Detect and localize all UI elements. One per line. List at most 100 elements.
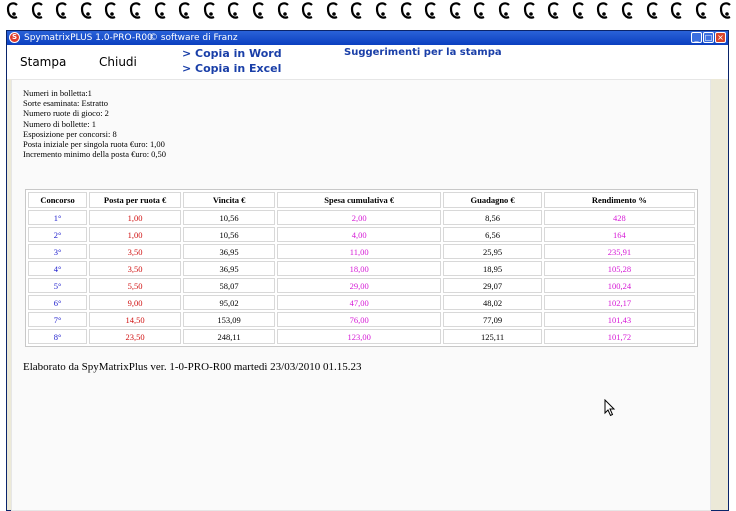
table-row: 8° 23,50 248,11 123,00 125,11 101,72 [28, 329, 695, 344]
window-title: SpymatrixPLUS 1.0-PRO-R00 [24, 33, 153, 43]
cell-rendimento: 164 [543, 227, 695, 242]
binding-ring-icon [425, 2, 436, 19]
table-header-row: Concorso Posta per ruota € Vincita € Spe… [28, 192, 695, 208]
cell-vincita: 58,07 [183, 278, 276, 293]
maximize-icon[interactable]: □ [703, 32, 714, 43]
minimize-icon[interactable]: _ [691, 32, 702, 43]
cell-guadagno: 29,07 [443, 278, 542, 293]
binding-ring-icon [80, 2, 92, 19]
binding-ring-icon [695, 2, 707, 19]
cell-vincita: 248,11 [183, 329, 276, 344]
close-button[interactable]: Chiudi [99, 55, 137, 69]
spiral-binding [0, 0, 736, 30]
print-button[interactable]: Stampa [20, 55, 66, 69]
table-body: 1° 1,00 10,56 2,00 8,56 428 2° 1,00 10,56 4,00 6,5… [28, 210, 695, 344]
app-window: S SpymatrixPLUS 1.0-PRO-R00 © software d… [6, 30, 729, 511]
header-concorso: Concorso [28, 192, 88, 208]
cell-posta: 3,50 [89, 261, 182, 276]
binding-ring-icon [105, 2, 117, 19]
binding-ring-icon [228, 2, 240, 19]
cell-concorso: 3° [28, 244, 88, 259]
cell-rendimento: 100,24 [543, 278, 695, 293]
cell-vincita: 36,95 [183, 261, 276, 276]
cell-guadagno: 6,56 [443, 227, 542, 242]
cell-concorso: 2° [28, 227, 88, 242]
binding-ring-icon [720, 2, 732, 19]
binding-ring-icon [400, 2, 412, 19]
cell-guadagno: 48,02 [443, 295, 542, 310]
header-guadagno: Guadagno € [443, 192, 542, 208]
cell-spesa: 47,00 [277, 295, 442, 310]
header-vincita: Vincita € [183, 192, 276, 208]
cell-guadagno: 77,09 [443, 312, 542, 327]
binding-ring-icon [56, 2, 67, 19]
cell-concorso: 5° [28, 278, 88, 293]
cell-posta: 1,00 [89, 227, 182, 242]
cell-rendimento: 102,17 [543, 295, 695, 310]
cell-spesa: 2,00 [277, 210, 442, 225]
results-table: Concorso Posta per ruota € Vincita € Spe… [25, 189, 698, 347]
header-spesa: Spesa cumulativa € [277, 192, 442, 208]
binding-ring-icon [6, 2, 18, 19]
cell-guadagno: 25,95 [443, 244, 542, 259]
cell-rendimento: 235,91 [543, 244, 695, 259]
print-suggestions-link[interactable]: Suggerimenti per la stampa [344, 47, 502, 58]
table-row: 1° 1,00 10,56 2,00 8,56 428 [28, 210, 695, 225]
cell-rendimento: 105,28 [543, 261, 695, 276]
binding-ring-icon [252, 2, 264, 19]
binding-ring-icon [154, 2, 166, 19]
binding-ring-icon [498, 2, 510, 19]
info-line: Sorte esaminata: Estratto [23, 98, 108, 109]
cell-posta: 14,50 [89, 312, 182, 327]
cell-spesa: 18,00 [277, 261, 442, 276]
binding-ring-icon [572, 2, 584, 19]
cell-spesa: 4,00 [277, 227, 442, 242]
cell-rendimento: 428 [543, 210, 695, 225]
binding-ring-icon [129, 2, 141, 19]
cell-vincita: 10,56 [183, 210, 276, 225]
binding-ring-icon [523, 2, 535, 19]
cell-rendimento: 101,72 [543, 329, 695, 344]
mouse-cursor-icon [604, 399, 616, 417]
binding-ring-icon [449, 2, 461, 19]
binding-ring-icon [671, 2, 682, 19]
cell-spesa: 11,00 [277, 244, 442, 259]
copy-to-word-link[interactable]: > Copia in Word [182, 47, 282, 60]
cell-concorso: 6° [28, 295, 88, 310]
binding-ring-icon [351, 2, 363, 19]
cell-posta: 1,00 [89, 210, 182, 225]
cell-vincita: 10,56 [183, 227, 276, 242]
cell-posta: 23,50 [89, 329, 182, 344]
cell-concorso: 8° [28, 329, 88, 344]
binding-ring-icon [302, 2, 313, 19]
window-subtitle: © software di Franz [149, 33, 238, 43]
cell-spesa: 29,00 [277, 278, 442, 293]
header-rendimento: Rendimento % [543, 192, 695, 208]
info-line: Numero di bollette: 1 [23, 118, 96, 129]
info-line: Numeri in bolletta:1 [23, 88, 92, 98]
info-line: Esposizione per concorsi: 8 [23, 128, 117, 139]
cell-concorso: 4° [28, 261, 88, 276]
cell-concorso: 7° [28, 312, 88, 327]
cell-rendimento: 101,43 [543, 312, 695, 327]
cell-guadagno: 125,11 [443, 329, 542, 344]
window-controls: _ □ × [691, 32, 726, 43]
copy-to-excel-link[interactable]: > Copia in Excel [182, 62, 281, 75]
report-footer: Elaborato da SpyMatrixPlus ver. 1-0-PRO-… [23, 361, 362, 373]
table-row: 3° 3,50 36,95 11,00 25,95 235,91 [28, 244, 695, 259]
binding-ring-icon [548, 2, 559, 19]
report-content: Numeri in bolletta:1 Sorte esaminata: Es… [11, 79, 711, 511]
cell-posta: 9,00 [89, 295, 182, 310]
info-line: Incremento minimo della posta €uro: 0,50 [23, 149, 167, 160]
binding-ring-icon [597, 2, 609, 19]
close-icon[interactable]: × [715, 32, 726, 43]
toolbar: Stampa Chiudi > Copia in Word > Copia in… [7, 45, 728, 79]
info-line: Numero ruote di gioco: 2 [23, 108, 109, 119]
cell-posta: 3,50 [89, 244, 182, 259]
cell-vincita: 153,09 [183, 312, 276, 327]
title-bar: S SpymatrixPLUS 1.0-PRO-R00 © software d… [7, 31, 728, 45]
cell-guadagno: 8,56 [443, 210, 542, 225]
binding-ring-icon [31, 2, 43, 19]
cell-vincita: 95,02 [183, 295, 276, 310]
binding-ring-icon [179, 2, 190, 19]
